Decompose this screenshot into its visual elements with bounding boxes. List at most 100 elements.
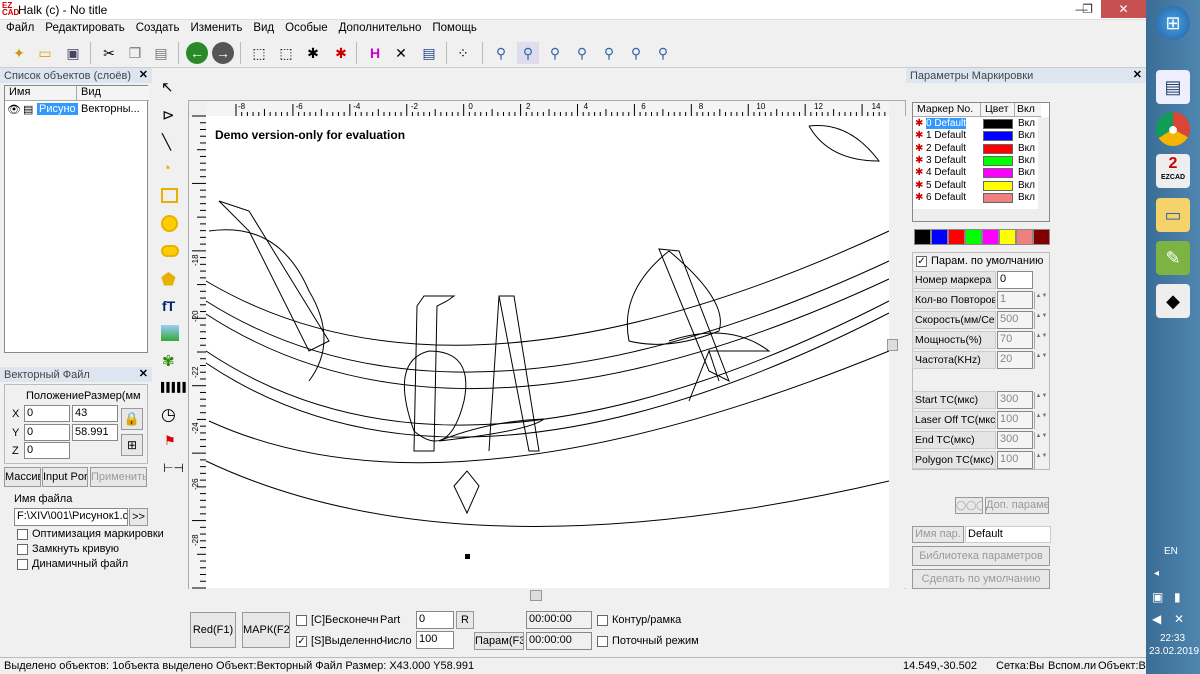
infinite-checkbox[interactable] (296, 615, 307, 626)
clock-time[interactable]: 22:33 (1160, 633, 1185, 644)
marker-row[interactable]: ✱ 2 Default Вкл (913, 143, 1038, 155)
redo-icon[interactable]: → (212, 42, 234, 64)
marker-row[interactable]: ✱ 3 Default Вкл (913, 155, 1038, 167)
markparams-close-icon[interactable]: ✕ (1133, 68, 1142, 81)
circle-icon[interactable] (161, 215, 178, 232)
color-swatch[interactable] (1016, 229, 1033, 245)
x-field[interactable]: 0 (24, 405, 70, 422)
timer-icon[interactable]: ◷ (161, 405, 176, 425)
zoom-in-icon[interactable]: ⚲ (517, 42, 539, 64)
marker-hscroll[interactable] (913, 209, 1049, 221)
group-icon[interactable]: ⬚ (275, 42, 297, 64)
language-indicator[interactable]: EN (1164, 546, 1178, 557)
node-edit-icon[interactable]: ⊳ (162, 106, 175, 124)
spin-arrows-icon[interactable]: ▲▼ (1034, 312, 1048, 329)
hatch-icon[interactable]: H (364, 42, 386, 64)
ellipse-icon[interactable] (161, 245, 179, 257)
tools-icon[interactable]: ✕ (390, 42, 412, 64)
marker-row[interactable]: ✱ 5 Default Вкл (913, 180, 1038, 192)
close-curve-checkbox[interactable] (17, 544, 28, 555)
zoom-selected-icon[interactable]: ⚲ (625, 42, 647, 64)
zoom-out-icon[interactable]: ⚲ (571, 42, 593, 64)
ungroup-icon[interactable]: ✱ (302, 42, 324, 64)
status-grid[interactable]: Сетка:Вы (996, 660, 1044, 672)
part-field[interactable]: 0 (416, 611, 454, 629)
anchor-grid-icon[interactable]: ⊞ (121, 434, 143, 456)
properties-icon[interactable]: ▤ (418, 42, 440, 64)
marker-row[interactable]: ✱ 0 Default Вкл (913, 118, 1038, 130)
set-default-button[interactable]: Сделать по умолчанию (912, 569, 1050, 589)
color-swatch[interactable] (948, 229, 965, 245)
param-value-field[interactable]: 500 (997, 311, 1033, 329)
extra-params-icon[interactable]: ◯◯◯ (955, 497, 983, 514)
param-library-button[interactable]: Библиотека параметров (912, 546, 1050, 566)
menu-edit[interactable]: Редактировать (39, 20, 129, 34)
dynamic-file-checkbox[interactable] (17, 559, 28, 570)
selected-checkbox[interactable]: ✓ (296, 636, 307, 647)
vector-icon[interactable]: ✾ (162, 352, 175, 370)
inkscape-icon[interactable]: ◆ (1156, 284, 1190, 318)
spin-arrows-icon[interactable]: ▲▼ (1034, 292, 1048, 309)
tray-arrow-icon[interactable]: ◂ (1154, 568, 1159, 579)
objlist-col-name[interactable]: Имя (5, 86, 77, 101)
param-value-field[interactable]: 100 (997, 451, 1033, 469)
param-name-field[interactable]: Default (965, 526, 1051, 543)
objlist-col-type[interactable]: Вид (77, 86, 149, 101)
zoom-all-icon[interactable]: ⚲ (598, 42, 620, 64)
objlist-row[interactable]: 👁 ▤ Рисуно Векторны... (7, 103, 147, 119)
copy-icon[interactable]: ❐ (124, 42, 146, 64)
marker-row[interactable]: ✱ 1 Default Вкл (913, 130, 1038, 142)
zoom-icon[interactable]: ⚲ (490, 42, 512, 64)
undo-icon[interactable]: ← (186, 42, 208, 64)
mute-icon[interactable]: ✕ (1174, 612, 1184, 626)
menu-help[interactable]: Помощь (426, 20, 481, 34)
menu-modify[interactable]: Изменить (184, 20, 247, 34)
red-light-button[interactable]: Red(F1) (190, 612, 236, 648)
array-icon[interactable]: ⁘ (452, 42, 474, 64)
align-icon[interactable]: ✱ (330, 42, 352, 64)
param-name-button[interactable]: Имя пар. (912, 526, 964, 543)
line-icon[interactable]: ╲ (162, 133, 171, 151)
lock-icon[interactable]: 🔒 (121, 408, 143, 430)
text-icon[interactable]: fT (162, 298, 175, 314)
eye-icon[interactable]: 👁 (7, 103, 21, 116)
green-app-icon[interactable]: ✎ (1156, 241, 1190, 275)
objlist-close-icon[interactable]: ✕ (139, 68, 148, 81)
z-field[interactable]: 0 (24, 442, 70, 459)
hscroll-thumb[interactable] (530, 590, 542, 601)
spin-arrows-icon[interactable]: ▲▼ (1034, 392, 1048, 409)
height-field[interactable]: 58.991 (72, 424, 118, 441)
param-value-field[interactable]: 0 (997, 271, 1033, 289)
marker-row[interactable]: ✱ 4 Default Вкл (913, 167, 1038, 179)
spin-arrows-icon[interactable]: ▲▼ (1034, 332, 1048, 349)
menu-create[interactable]: Создать (130, 20, 185, 34)
width-field[interactable]: 43 (72, 405, 118, 422)
zoom-page-icon[interactable]: ⚲ (652, 42, 674, 64)
marker-vscroll[interactable] (1038, 117, 1049, 209)
color-swatch[interactable] (999, 229, 1016, 245)
rectangle-icon[interactable] (161, 188, 178, 203)
clock-date[interactable]: 23.02.2019 (1149, 646, 1199, 657)
color-swatch[interactable] (914, 229, 931, 245)
contour-checkbox[interactable] (597, 615, 608, 626)
cut-icon[interactable]: ✂ (98, 42, 120, 64)
menu-extra[interactable]: Дополнительно (333, 20, 427, 34)
vscroll-thumb[interactable] (887, 339, 898, 351)
paste-icon[interactable]: ▤ (150, 42, 172, 64)
zoom-plus-icon[interactable]: ⚲ (544, 42, 566, 64)
spin-arrows-icon[interactable]: ▲▼ (1034, 432, 1048, 449)
status-guide[interactable]: Вспом.ли (1048, 660, 1096, 672)
barcode-icon[interactable]: ▌▌▌▌▌ (161, 382, 189, 392)
volume-icon[interactable]: ◀ (1152, 612, 1161, 626)
spin-arrows-icon[interactable]: ▲▼ (1034, 452, 1048, 469)
io-signal-icon[interactable]: ⚑ (164, 433, 176, 449)
select-nodes-icon[interactable]: ⬚ (248, 42, 270, 64)
param-value-field[interactable]: 20 (997, 351, 1033, 369)
marker-col-no[interactable]: Маркер No. (913, 103, 981, 117)
marker-col-color[interactable]: Цвет (981, 103, 1015, 117)
param-button[interactable]: Парам(F3) (474, 632, 524, 650)
color-swatch[interactable] (1033, 229, 1050, 245)
stream-checkbox[interactable] (597, 636, 608, 647)
explorer-window-icon[interactable]: ▤ (1156, 70, 1190, 104)
canvas-svg[interactable]: -8-6-4-202468101214 -18-20-22-24-26-28-3… (189, 101, 907, 591)
